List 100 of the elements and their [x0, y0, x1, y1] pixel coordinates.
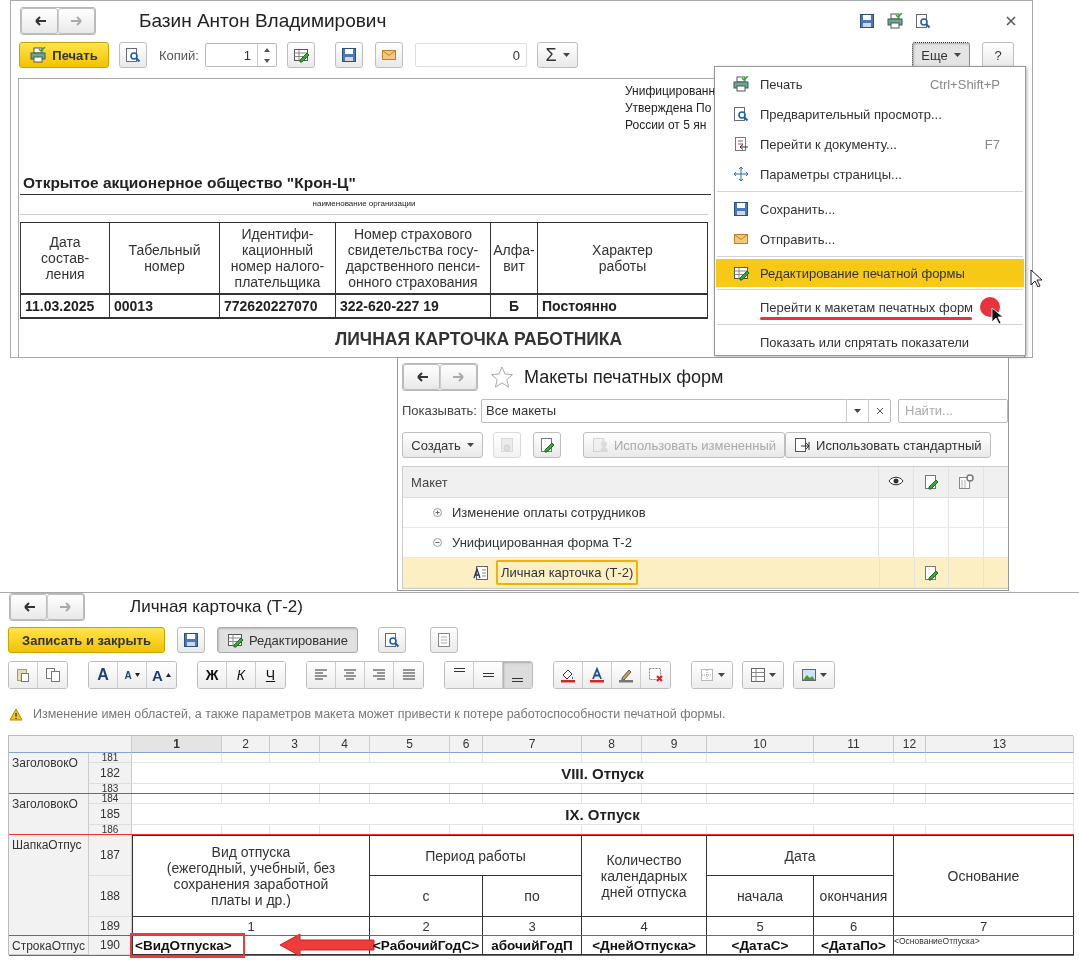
- filter-field[interactable]: Все макеты: [481, 398, 891, 423]
- save-icon[interactable]: [859, 13, 875, 29]
- format-button[interactable]: [794, 662, 834, 688]
- pencil-document-icon[interactable]: [923, 474, 940, 490]
- column-header[interactable]: 11: [814, 736, 894, 753]
- format-button[interactable]: [554, 662, 583, 688]
- row-number[interactable]: 187: [89, 835, 132, 876]
- column-header[interactable]: 13: [926, 736, 1074, 753]
- menu-item[interactable]: Печать Ctrl+Shift+P: [715, 69, 1025, 99]
- amount-field: 0: [415, 43, 527, 67]
- column-header[interactable]: 4: [320, 736, 370, 753]
- column-header[interactable]: 8: [582, 736, 642, 753]
- format-button[interactable]: [503, 662, 532, 688]
- row-number[interactable]: 190: [89, 936, 132, 955]
- align-bottom-icon: [512, 678, 523, 682]
- menu-item[interactable]: Перейти к документу... F7: [715, 129, 1025, 159]
- copies-field[interactable]: 1: [205, 43, 277, 67]
- search-field[interactable]: Найти...: [898, 398, 1008, 423]
- sheet-cell-text: <ДатаПо>: [821, 937, 886, 953]
- tree-item[interactable]: Личная карточка (Т-2): [496, 560, 639, 585]
- expand-icon[interactable]: [433, 508, 442, 517]
- menu-item[interactable]: Параметры страницы...: [715, 159, 1025, 189]
- menu-item[interactable]: Предварительный просмотр...: [715, 99, 1025, 129]
- empty-cell[interactable]: [320, 753, 370, 763]
- column-header[interactable]: 2: [222, 736, 270, 753]
- more-button[interactable]: Еще: [912, 42, 970, 68]
- empty-cell[interactable]: [642, 753, 707, 763]
- use-button[interactable]: Использовать стандартный: [785, 432, 991, 458]
- sheet-cell-text: абочийГодП: [491, 937, 573, 953]
- format-button[interactable]: A: [118, 662, 147, 688]
- menu-item[interactable]: Показать или спрятать показатели: [715, 327, 1025, 357]
- menu-item[interactable]: Отправить...: [715, 224, 1025, 254]
- row-number[interactable]: 182: [89, 763, 132, 784]
- tree-item[interactable]: Унифицированная форма Т-2: [449, 532, 635, 553]
- empty-cell[interactable]: [582, 753, 642, 763]
- table-cell: 11.03.2025: [20, 293, 110, 319]
- preview-button[interactable]: [378, 627, 406, 653]
- print-button[interactable]: Печать: [19, 42, 109, 68]
- empty-cell[interactable]: [222, 753, 270, 763]
- format-button[interactable]: Ж: [198, 662, 227, 688]
- format-button[interactable]: [474, 662, 503, 688]
- page-button[interactable]: [430, 627, 458, 653]
- empty-cell[interactable]: [483, 753, 582, 763]
- empty-cell[interactable]: [270, 753, 320, 763]
- help-button[interactable]: ?: [982, 42, 1014, 68]
- format-button[interactable]: A: [147, 662, 176, 688]
- column-header[interactable]: 1: [132, 736, 222, 753]
- save-and-close-button[interactable]: Записать и закрыть: [8, 627, 165, 653]
- edit-table-button[interactable]: [287, 42, 315, 68]
- column-header[interactable]: 3: [270, 736, 320, 753]
- empty-cell[interactable]: [707, 753, 814, 763]
- column-header[interactable]: 5: [370, 736, 450, 753]
- back-button[interactable]: [10, 593, 47, 620]
- row-number[interactable]: 188: [89, 876, 132, 917]
- spin-down-icon[interactable]: [264, 58, 270, 63]
- send-button[interactable]: [375, 42, 403, 68]
- edit-mode-button[interactable]: Редактирование: [217, 627, 358, 653]
- arrow-right-icon: [58, 599, 73, 614]
- save-button[interactable]: [335, 42, 363, 68]
- close-icon[interactable]: [1005, 15, 1017, 27]
- empty-cell[interactable]: [814, 753, 894, 763]
- empty-cell[interactable]: [450, 753, 483, 763]
- format-button[interactable]: [445, 662, 474, 688]
- tree-item[interactable]: Изменение оплаты сотрудников: [449, 502, 649, 523]
- menu-item[interactable]: Перейти к макетам печатных форм: [715, 292, 1025, 322]
- star-icon[interactable]: [490, 365, 514, 389]
- empty-cell[interactable]: [370, 753, 450, 763]
- empty-cell[interactable]: [926, 753, 1074, 763]
- back-button[interactable]: [21, 8, 58, 34]
- collapse-icon[interactable]: [433, 538, 442, 547]
- caret-icon: [466, 443, 474, 447]
- window-title: Базин Антон Владимирович: [139, 10, 387, 32]
- column-header[interactable]: 6: [450, 736, 483, 753]
- spin-up-icon[interactable]: [264, 47, 270, 52]
- back-button[interactable]: [403, 364, 440, 390]
- preview-icon[interactable]: [915, 13, 931, 29]
- print-icon[interactable]: [887, 13, 903, 29]
- format-button[interactable]: [583, 662, 612, 688]
- column-header[interactable]: 12: [894, 736, 926, 753]
- column-header[interactable]: 9: [642, 736, 707, 753]
- format-button[interactable]: Ч: [256, 662, 285, 688]
- column-header[interactable]: 7: [483, 736, 582, 753]
- row-number[interactable]: 185: [89, 804, 132, 825]
- create-button[interactable]: Создать: [402, 432, 483, 458]
- format-button[interactable]: A: [89, 662, 118, 688]
- format-button[interactable]: [743, 662, 783, 688]
- preview-button[interactable]: [119, 42, 147, 68]
- preview-icon: [384, 632, 400, 648]
- document-arrow-icon: [794, 437, 811, 453]
- settings-icon[interactable]: [958, 474, 975, 490]
- edit-button[interactable]: [533, 432, 561, 458]
- warning-icon: [9, 707, 23, 721]
- menu-item[interactable]: Сохранить...: [715, 194, 1025, 224]
- empty-cell[interactable]: [894, 753, 926, 763]
- sum-button[interactable]: Σ: [537, 42, 578, 68]
- area-name[interactable]: ШапкаОтпус: [12, 838, 82, 852]
- save-button[interactable]: [177, 627, 205, 653]
- column-header[interactable]: 10: [707, 736, 814, 753]
- arrow-left-icon: [32, 14, 47, 28]
- format-button[interactable]: К: [227, 662, 256, 688]
